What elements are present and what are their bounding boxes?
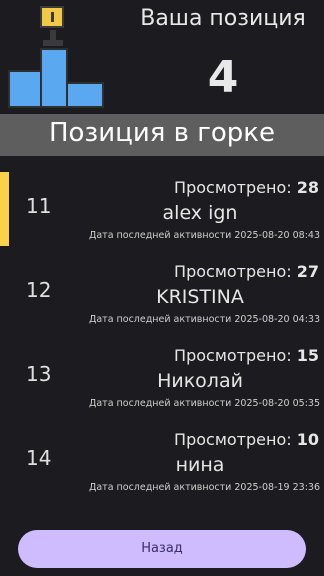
user-name: alex ign bbox=[162, 202, 238, 224]
user-name: Николай bbox=[157, 370, 243, 392]
position-value: 4 bbox=[207, 52, 239, 103]
user-name: KRISTINA bbox=[156, 286, 244, 308]
last-activity: Дата последней активности 2025-08-19 23:… bbox=[88, 482, 320, 493]
ranking-list[interactable]: 11 Просмотрено: 28 alex ign Дата последн… bbox=[0, 156, 324, 514]
list-item[interactable]: 13 Просмотрено: 15 Николай Дата последне… bbox=[0, 324, 324, 409]
banner-title: Позиция в горке bbox=[48, 118, 276, 148]
viewed-count: Просмотрено: 28 bbox=[174, 178, 319, 197]
header: Ваша позиция 4 bbox=[0, 0, 324, 114]
user-name: нина bbox=[175, 454, 225, 476]
list-item[interactable]: 12 Просмотрено: 27 KRISTINA Дата последн… bbox=[0, 240, 324, 325]
rank-number: 14 bbox=[26, 446, 52, 470]
position-title: Ваша позиция bbox=[140, 6, 306, 31]
back-button[interactable]: Назад bbox=[18, 530, 306, 568]
ranking-banner: Позиция в горке bbox=[0, 114, 324, 156]
podium-icon bbox=[8, 6, 104, 108]
current-user-indicator bbox=[0, 172, 9, 246]
viewed-count: Просмотрено: 27 bbox=[174, 262, 319, 281]
viewed-count: Просмотрено: 10 bbox=[174, 430, 319, 449]
list-item[interactable]: 14 Просмотрено: 10 нина Дата последней а… bbox=[0, 408, 324, 493]
viewed-count: Просмотрено: 15 bbox=[174, 346, 319, 365]
medal-icon bbox=[40, 6, 64, 46]
rank-number: 12 bbox=[26, 278, 52, 302]
list-item[interactable]: 11 Просмотрено: 28 alex ign Дата последн… bbox=[0, 156, 324, 246]
rank-number: 11 bbox=[26, 194, 52, 218]
rank-number: 13 bbox=[26, 362, 52, 386]
